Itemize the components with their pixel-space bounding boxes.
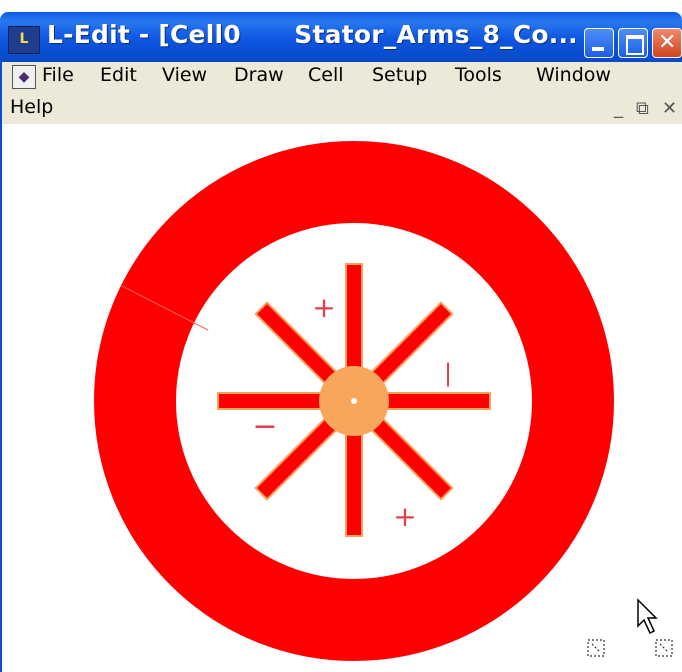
label-plus-bottom: +: [393, 500, 416, 533]
label-bar-right: |: [444, 359, 452, 387]
layout-drawing: + − | +: [94, 141, 673, 661]
label-minus-left: −: [252, 409, 277, 444]
snap-corner-icon: [655, 639, 673, 657]
label-plus-top: +: [312, 291, 335, 324]
snap-corner-icon: [587, 639, 605, 657]
mouse-cursor-icon: [637, 598, 658, 635]
hub-center: [351, 398, 357, 404]
